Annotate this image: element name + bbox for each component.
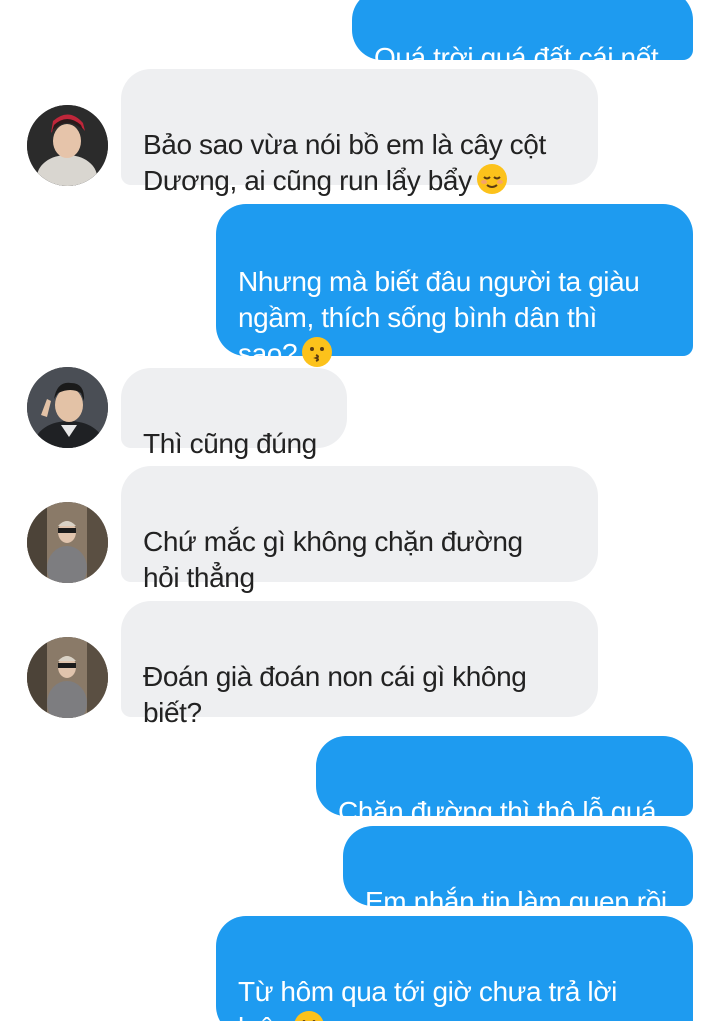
avatar-photo-icon (27, 367, 108, 448)
slightly-smiling-face-emoji-icon (295, 1011, 324, 1021)
incoming-message[interactable]: Đoán già đoán non cái gì không biết? (121, 601, 598, 728)
message-text: Chứ mắc gì không chặn đường hỏi thẳng (143, 526, 523, 593)
message-text: Nhưng mà biết đâu người ta giàu ngầm, th… (238, 266, 640, 369)
message-text: Chặn đường thì thô lỗ quá (338, 796, 657, 827)
incoming-message[interactable]: Chứ mắc gì không chặn đường hỏi thẳng (121, 466, 598, 593)
avatar[interactable] (27, 105, 108, 186)
avatar[interactable] (27, 637, 108, 718)
avatar-photo-icon (27, 502, 108, 583)
message-text: Thì cũng đúng (143, 428, 317, 459)
avatar[interactable] (27, 367, 108, 448)
incoming-message[interactable]: Thì cũng đúng (121, 368, 347, 459)
message-text: Em nhắn tin làm quen rồi (365, 886, 667, 917)
relieved-face-emoji-icon (476, 164, 507, 194)
message-text: Đoán già đoán non cái gì không biết? (143, 661, 527, 728)
outgoing-message[interactable]: Chặn đường thì thô lỗ quá (316, 736, 693, 827)
incoming-message[interactable]: Bảo sao vừa nói bồ em là cây cột Dương, … (121, 69, 598, 196)
avatar[interactable] (27, 502, 108, 583)
avatar-photo-icon (27, 105, 108, 186)
outgoing-message[interactable]: Nhưng mà biết đâu người ta giàu ngầm, th… (216, 204, 693, 369)
outgoing-message[interactable]: Quá trời quá đất cái nết (352, 0, 693, 73)
kissing-face-emoji-icon (302, 337, 333, 367)
outgoing-message[interactable]: Em nhắn tin làm quen rồi (343, 826, 693, 917)
avatar-photo-icon (27, 637, 108, 718)
outgoing-message[interactable]: Từ hôm qua tới giờ chưa trả lời luôn (216, 916, 693, 1021)
